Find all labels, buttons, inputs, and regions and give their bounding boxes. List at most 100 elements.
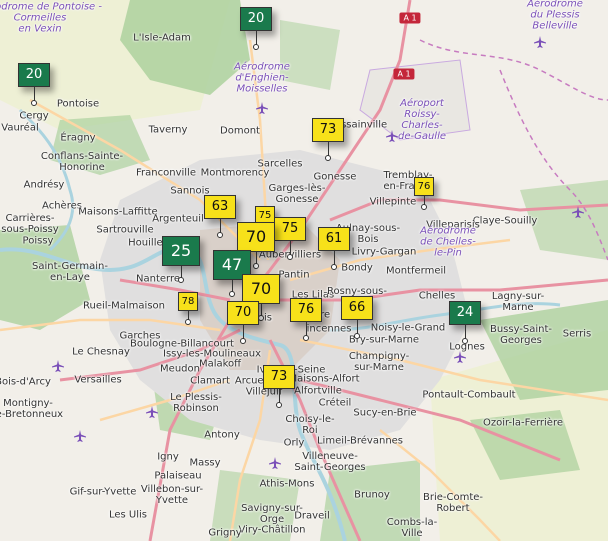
airport-label-plessis-belleville: Aérodrome du Plessis Belleville xyxy=(527,0,583,32)
aqi-marker-paris-south[interactable]: 70 xyxy=(227,301,259,344)
aqi-marker-aubervilliers[interactable]: 75 xyxy=(274,217,306,260)
airport-icon xyxy=(52,360,64,372)
aqi-value: 75 xyxy=(274,217,306,241)
place-label-rueil: Rueil-Malmaison xyxy=(82,300,166,312)
aqi-value: 25 xyxy=(162,236,200,266)
place-label-plessis: Le Plessis- Robinson xyxy=(170,392,222,414)
airport-label-cdg: Aéroport Roissy- Charles- de-Gaulle xyxy=(397,98,447,142)
place-label-ozoir: Ozoir-la-Ferrière xyxy=(483,417,563,429)
place-label-livry: Livry-Gargan xyxy=(351,246,417,258)
marker-stem xyxy=(255,31,257,45)
airport-icon xyxy=(454,351,466,363)
aqi-marker-nanterre[interactable]: 25 xyxy=(162,236,200,283)
place-label-champigny: Champigny- sur-Marne xyxy=(348,351,410,373)
marker-anchor xyxy=(253,263,259,269)
marker-anchor xyxy=(185,319,191,325)
aqi-value: 76 xyxy=(414,177,434,196)
place-label-brie: Brie-Comte- Robert xyxy=(422,492,484,514)
aqi-marker-gonesse[interactable]: 73 xyxy=(312,118,344,161)
aqi-value: 20 xyxy=(18,63,50,87)
marker-anchor xyxy=(240,338,246,344)
place-label-meudon: Meudon xyxy=(160,363,200,375)
place-label-sarcelles: Sarcelles xyxy=(257,158,303,170)
marker-anchor xyxy=(462,338,468,344)
place-label-argenteuil: Argenteuil xyxy=(152,213,204,225)
aqi-value: 70 xyxy=(242,274,280,304)
map-view[interactable]: A 1 A 1 L'Isle-Adam Cergy Pontoise Vauréal Ér… xyxy=(0,0,608,541)
aqi-marker-rueil[interactable]: 78 xyxy=(178,292,198,325)
place-label-andresy: Andrésy xyxy=(23,179,65,191)
place-label-maisons-alfort: Maisons-Alfort xyxy=(288,373,360,385)
aqi-marker-rosny[interactable]: 66 xyxy=(341,296,373,339)
marker-stem xyxy=(333,251,335,265)
aqi-value: 73 xyxy=(263,365,295,389)
marker-anchor xyxy=(31,100,37,106)
aqi-marker-isle-adam[interactable]: 20 xyxy=(240,7,272,50)
place-label-maisons-laffitte: Maisons-Laffitte xyxy=(78,206,158,218)
place-label-alfortville: Alfortville xyxy=(294,385,342,397)
aqi-value: 20 xyxy=(240,7,272,31)
place-label-pontault: Pontault-Combault xyxy=(422,389,516,401)
aqi-value: 76 xyxy=(290,298,322,322)
marker-anchor xyxy=(178,277,184,283)
marker-stem xyxy=(356,320,358,334)
place-label-limeil: Limeil-Brévannes xyxy=(316,435,404,447)
marker-stem xyxy=(242,325,244,339)
marker-stem xyxy=(278,389,280,403)
airport-icon xyxy=(269,457,281,469)
place-label-garges: Garges-lès- Gonesse xyxy=(268,183,326,205)
aqi-marker-vincennes[interactable]: 76 xyxy=(290,298,322,341)
road-shield-a1-top: A 1 xyxy=(399,12,421,24)
place-label-igny: Igny xyxy=(157,451,179,463)
aqi-marker-bondy[interactable]: 61 xyxy=(318,227,350,270)
place-label-noisy: Noisy-le-Grand xyxy=(370,322,446,334)
marker-anchor xyxy=(421,204,427,210)
place-label-clamart: Clamart xyxy=(190,375,230,387)
airport-icon xyxy=(572,206,584,218)
place-label-choisy: Choisy-le- Roi xyxy=(285,414,335,436)
place-label-montigny: Montigny- le-Bretonneux xyxy=(0,398,64,420)
marker-stem xyxy=(327,142,329,156)
place-label-draveil: Draveil xyxy=(294,510,330,522)
place-label-massy: Massy xyxy=(189,457,221,469)
airport-label-chelles-airfield: Aérodrome de Chelles- le-Pin xyxy=(420,225,476,259)
place-label-athis: Athis-Mons xyxy=(259,478,315,490)
aqi-marker-villepinte[interactable]: 76 xyxy=(414,177,434,210)
marker-anchor xyxy=(217,232,223,238)
place-label-vaureal: Vauréal xyxy=(1,122,39,134)
marker-anchor xyxy=(303,335,309,341)
place-label-gif: Gif-sur-Yvette xyxy=(69,486,137,498)
airport-icon xyxy=(146,406,158,418)
place-label-franconville: Franconville xyxy=(136,167,196,179)
marker-stem xyxy=(305,322,307,336)
aqi-marker-argenteuil[interactable]: 63 xyxy=(204,195,236,238)
airport-icon xyxy=(386,130,398,142)
marker-anchor xyxy=(276,402,282,408)
marker-stem xyxy=(33,87,35,101)
aqi-marker-cergy[interactable]: 20 xyxy=(18,63,50,106)
place-label-villebon: Villebon-sur- Yvette xyxy=(140,484,204,506)
place-label-serris: Serris xyxy=(562,328,592,340)
marker-anchor xyxy=(229,291,235,297)
marker-anchor xyxy=(253,44,259,50)
aqi-marker-villejuif[interactable]: 73 xyxy=(263,365,295,408)
airport-icon xyxy=(534,36,546,48)
aqi-value: 73 xyxy=(312,118,344,142)
place-label-pontoise: Pontoise xyxy=(56,98,100,110)
marker-stem xyxy=(464,325,466,339)
aqi-marker-lognes[interactable]: 24 xyxy=(449,301,481,344)
aqi-value: 78 xyxy=(178,292,198,311)
place-label-creteil: Créteil xyxy=(318,397,352,409)
place-label-chelles: Chelles xyxy=(418,290,456,302)
marker-stem xyxy=(289,241,291,255)
airport-label-enghien: Aérodrome d'Enghien- Moisselles xyxy=(234,61,290,95)
place-label-taverny: Taverny xyxy=(148,124,188,136)
place-label-gonesse: Gonesse xyxy=(313,171,357,183)
place-label-villeneuve: Villeneuve- Saint-Georges xyxy=(294,451,366,473)
place-label-domont: Domont xyxy=(220,125,260,137)
place-label-combs: Combs-la- Ville xyxy=(386,517,438,539)
place-label-viry: Viry-Châtillon xyxy=(238,524,306,536)
place-label-bois-arcy: Bois-d'Arcy xyxy=(0,376,51,388)
place-label-bussy: Bussy-Saint- Georges xyxy=(489,324,553,346)
place-label-villepinte: Villepinte xyxy=(369,196,417,208)
